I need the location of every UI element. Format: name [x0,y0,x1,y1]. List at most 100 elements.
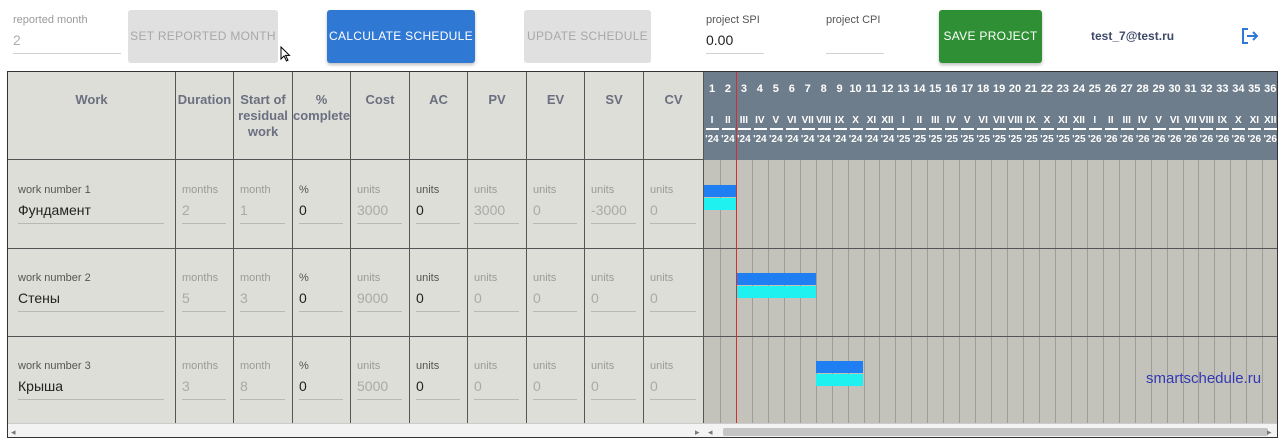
month-roman: III [739,115,749,126]
start-input[interactable]: 1 [240,202,285,224]
save-project-button[interactable]: SAVE PROJECT [939,10,1042,63]
cv-field[interactable]: units 0 [650,360,696,400]
timeline-month: 16 IV '25 [943,72,959,160]
duration-field[interactable]: months 3 [182,360,226,400]
ev-field[interactable]: units 0 [533,184,577,224]
ac-unit: units [416,272,440,284]
month-roman: IV [1137,115,1148,126]
timeline-month: 26 II '26 [1103,72,1119,160]
ev-input[interactable]: 0 [533,202,577,224]
month-number: 20 [1008,83,1022,95]
complete-input[interactable]: 0 [299,202,343,224]
gantt-scroll-left-icon[interactable]: ◂ [708,427,713,437]
month-number: 21 [1024,83,1038,95]
sv-field[interactable]: units 0 [591,360,636,400]
duration-field[interactable]: months 5 [182,272,226,312]
pv-input[interactable]: 3000 [474,202,519,224]
scrollbar-thumb[interactable] [723,428,1268,436]
ac-input[interactable]: 0 [416,290,460,312]
cv-field[interactable]: units 0 [650,272,696,312]
work-name-field[interactable]: work number 3 Крыша [18,360,164,400]
pv-field[interactable]: units 0 [474,272,519,312]
scroll-right-icon[interactable]: ▸ [695,427,700,437]
scroll-left-icon[interactable]: ◂ [11,427,16,437]
ac-input[interactable]: 0 [416,202,460,224]
logout-icon[interactable] [1241,27,1259,45]
project-spi-field[interactable]: project SPI 0.00 [706,14,764,54]
month-number: 17 [961,83,974,95]
ac-input[interactable]: 0 [416,378,460,400]
month-roman: V [963,115,971,126]
start-field[interactable]: month 8 [240,360,285,400]
pv-field[interactable]: units 3000 [474,184,519,224]
ev-unit: units [533,360,557,372]
update-schedule-button[interactable]: UPDATE SCHEDULE [524,10,651,63]
ev-input[interactable]: 0 [533,378,577,400]
gantt-gridline [975,160,977,423]
project-cpi-input[interactable] [826,32,884,54]
month-year: '25 [928,134,943,145]
start-input[interactable]: 8 [240,378,285,400]
project-cpi-field[interactable]: project CPI [826,14,884,54]
ev-field[interactable]: units 0 [533,272,577,312]
gantt-row-divider [704,248,1277,249]
cost-field[interactable]: units 9000 [357,272,402,312]
cost-field[interactable]: units 3000 [357,184,402,224]
pv-input[interactable]: 0 [474,290,519,312]
reported-month-field[interactable]: reported month 2 [13,14,121,54]
reported-month-input[interactable]: 2 [13,32,121,54]
duration-input[interactable]: 2 [182,202,226,224]
work-name-input[interactable]: Стены [18,290,164,312]
cost-input[interactable]: 9000 [357,290,402,312]
start-input[interactable]: 3 [240,290,285,312]
complete-field[interactable]: % 0 [299,272,343,312]
complete-field[interactable]: % 0 [299,360,343,400]
duration-input[interactable]: 3 [182,378,226,400]
cv-input[interactable]: 0 [650,378,696,400]
work-name-input[interactable]: Крыша [18,378,164,400]
month-year: '26 [1247,134,1262,145]
ac-field[interactable]: units 0 [416,272,460,312]
horizontal-scrollbar[interactable]: ◂ ▸ ◂ ▸ [8,423,1277,437]
project-spi-input[interactable]: 0.00 [706,32,764,54]
cv-input[interactable]: 0 [650,202,696,224]
duration-input[interactable]: 5 [182,290,226,312]
sv-field[interactable]: units -3000 [591,184,636,224]
work-name-input[interactable]: Фундамент [18,202,164,224]
work-name-field[interactable]: work number 2 Стены [18,272,164,312]
month-roman: III [1122,115,1131,126]
ev-field[interactable]: units 0 [533,360,577,400]
ev-input[interactable]: 0 [533,290,577,312]
cost-input[interactable]: 5000 [357,378,402,400]
work-name-field[interactable]: work number 1 Фундамент [18,184,164,224]
gantt-gridline [959,160,961,423]
month-number: 25 [1088,83,1101,95]
set-reported-month-button[interactable]: SET REPORTED MONTH [128,10,278,63]
start-field[interactable]: month 3 [240,272,285,312]
sv-field[interactable]: units 0 [591,272,636,312]
pv-input[interactable]: 0 [474,378,519,400]
cv-input[interactable]: 0 [650,290,696,312]
timeline-month: 33 IX '26 [1214,72,1230,160]
month-underline [769,128,783,130]
complete-field[interactable]: % 0 [299,184,343,224]
start-field[interactable]: month 1 [240,184,285,224]
month-number: 24 [1072,83,1085,95]
ac-field[interactable]: units 0 [416,184,460,224]
sv-input[interactable]: 0 [591,378,636,400]
ac-field[interactable]: units 0 [416,360,460,400]
cv-field[interactable]: units 0 [650,184,696,224]
month-year: '24 [753,134,767,145]
complete-input[interactable]: 0 [299,378,343,400]
timeline-month: 24 XII '25 [1071,72,1087,160]
gantt-scroll-right-icon[interactable]: ▸ [1267,427,1272,437]
timeline-month: 34 X '26 [1230,72,1246,160]
sv-input[interactable]: -3000 [591,202,636,224]
cost-field[interactable]: units 5000 [357,360,402,400]
cost-input[interactable]: 3000 [357,202,402,224]
duration-field[interactable]: months 2 [182,184,226,224]
complete-input[interactable]: 0 [299,290,343,312]
sv-input[interactable]: 0 [591,290,636,312]
pv-field[interactable]: units 0 [474,360,519,400]
calculate-schedule-button[interactable]: CALCULATE SCHEDULE [327,10,475,63]
